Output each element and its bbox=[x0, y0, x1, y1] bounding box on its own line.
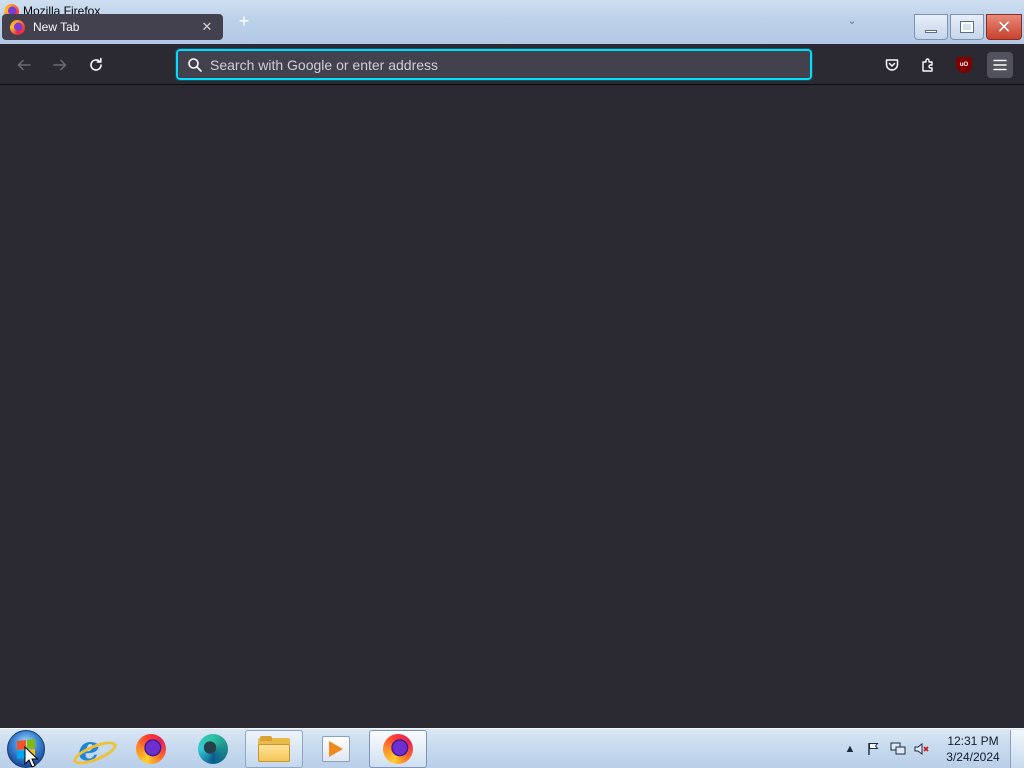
tab-label: New Tab bbox=[33, 20, 80, 34]
puzzle-icon bbox=[922, 58, 933, 72]
taskbar-clock[interactable]: 12:31 PM 3/24/2024 bbox=[940, 733, 1006, 765]
save-to-pocket-button[interactable] bbox=[879, 52, 905, 78]
pocket-icon bbox=[885, 59, 899, 71]
restore-button[interactable] bbox=[950, 14, 984, 40]
window-titlebar[interactable]: Mozilla Firefox New Tab ✕ + ⌄ ✕ bbox=[0, 0, 1024, 44]
close-icon[interactable]: ✕ bbox=[199, 19, 215, 35]
search-icon bbox=[184, 54, 206, 76]
taskbar: e ▲ 12:31 PM 3/24/2024 bbox=[0, 728, 1024, 768]
extensions-button[interactable] bbox=[915, 52, 941, 78]
reload-button[interactable] bbox=[83, 52, 109, 78]
tab-new-tab[interactable]: New Tab ✕ bbox=[2, 14, 223, 40]
firefox-icon bbox=[383, 734, 413, 764]
restore-icon bbox=[960, 21, 974, 33]
reload-icon bbox=[90, 57, 102, 71]
close-window-button[interactable]: ✕ bbox=[986, 14, 1022, 40]
list-all-tabs-button[interactable]: ⌄ bbox=[842, 14, 862, 32]
taskbar-edge[interactable] bbox=[184, 730, 242, 768]
chevron-down-icon: ⌄ bbox=[847, 15, 857, 27]
ublock-origin-icon: uO bbox=[956, 57, 972, 73]
folder-icon bbox=[258, 736, 290, 762]
system-tray: ▲ bbox=[842, 729, 930, 768]
new-tab-button[interactable]: + bbox=[236, 11, 252, 31]
hamburger-icon bbox=[993, 59, 1007, 71]
forward-button[interactable] bbox=[47, 52, 73, 78]
taskbar-firefox[interactable] bbox=[122, 730, 180, 768]
internet-explorer-icon: e bbox=[78, 729, 100, 768]
ublock-origin-button[interactable]: uO bbox=[951, 52, 977, 78]
url-bar[interactable] bbox=[175, 48, 813, 81]
page-content[interactable] bbox=[0, 85, 1024, 728]
open-menu-button[interactable] bbox=[987, 52, 1013, 78]
back-button[interactable] bbox=[11, 52, 37, 78]
minimize-button[interactable] bbox=[914, 14, 948, 40]
taskbar-file-explorer[interactable] bbox=[245, 730, 303, 768]
close-icon: ✕ bbox=[996, 16, 1012, 37]
navigation-toolbar: uO bbox=[0, 44, 1024, 85]
firefox-icon bbox=[10, 19, 25, 35]
taskbar-internet-explorer[interactable]: e bbox=[60, 730, 118, 768]
plus-icon: + bbox=[238, 11, 250, 31]
media-player-icon bbox=[322, 736, 350, 762]
volume-muted-icon[interactable] bbox=[914, 741, 930, 757]
clock-time: 12:31 PM bbox=[947, 734, 999, 748]
show-desktop-button[interactable] bbox=[1010, 730, 1024, 768]
mouse-cursor-icon bbox=[24, 746, 38, 768]
arrow-left-icon bbox=[17, 59, 31, 71]
taskbar-firefox-window[interactable] bbox=[369, 730, 427, 768]
show-hidden-icons-icon[interactable]: ▲ bbox=[842, 741, 858, 757]
action-center-flag-icon[interactable] bbox=[866, 741, 882, 757]
network-icon[interactable] bbox=[890, 741, 906, 757]
arrow-right-icon bbox=[53, 59, 67, 71]
url-input[interactable] bbox=[206, 52, 810, 77]
firefox-icon bbox=[136, 734, 166, 764]
clock-date: 3/24/2024 bbox=[946, 750, 1000, 764]
taskbar-media-player[interactable] bbox=[307, 730, 365, 768]
minimize-icon bbox=[925, 29, 937, 33]
edge-icon bbox=[198, 734, 228, 764]
